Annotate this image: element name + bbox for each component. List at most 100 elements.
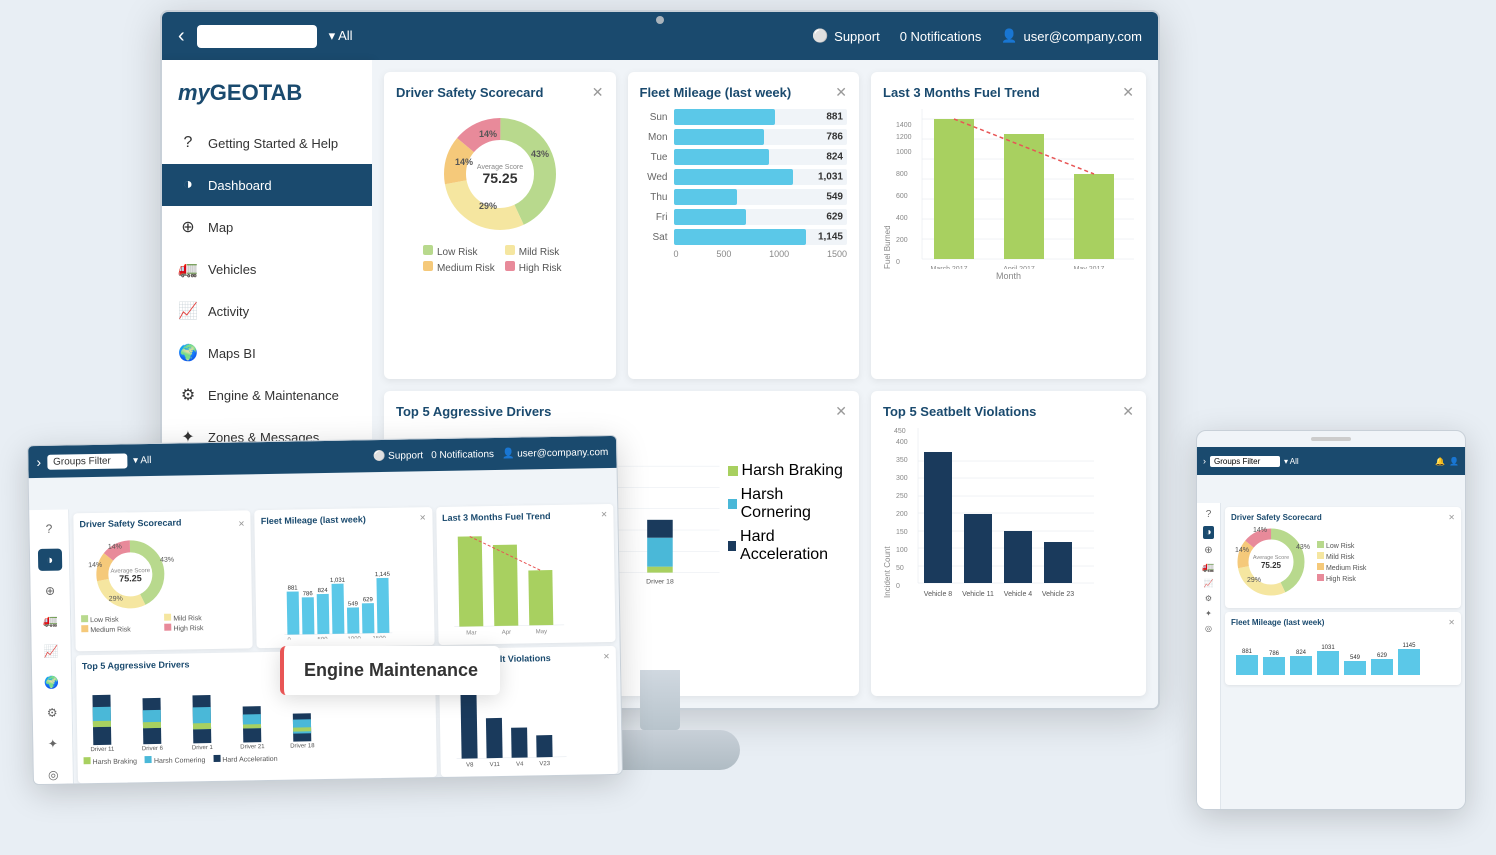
mini-fm-title: Fleet Mileage (last week): [261, 514, 366, 526]
svg-text:600: 600: [896, 193, 908, 200]
sidebar-item-engine[interactable]: ⚙ Engine & Maintenance: [162, 374, 372, 416]
groups-filter-input[interactable]: Groups Filter: [197, 25, 317, 48]
phone-sidebar: ? ◑ ⊕ 🚛 📈 ⚙ ✦ ◎: [1197, 503, 1221, 810]
all-filter[interactable]: ▾ All: [329, 28, 353, 44]
svg-text:Driver 18: Driver 18: [646, 579, 674, 586]
mini-activity-icon[interactable]: 📈: [39, 640, 63, 663]
svg-text:29%: 29%: [1247, 577, 1261, 584]
phone-ds-title: Driver Safety Scorecard: [1231, 513, 1322, 522]
notifications-link[interactable]: 0 Notifications: [900, 29, 982, 44]
engine-maintenance-popup: Engine Maintenance: [280, 646, 500, 695]
svg-text:1200: 1200: [896, 134, 912, 141]
sidebar-item-mapsbi[interactable]: 🌍 Maps BI: [162, 332, 372, 374]
fleet-mileage-title: Fleet Mileage (last week): [640, 85, 792, 100]
phone-help-icon[interactable]: ?: [1206, 509, 1212, 520]
engine-icon: ⚙: [178, 385, 198, 405]
seatbelt-svg: 0 50 100 150 200 250 300 350 400 450: [894, 428, 1094, 598]
mini-sb-close[interactable]: ✕: [603, 652, 610, 666]
sidebar-item-vehicles[interactable]: 🚛 Vehicles: [162, 248, 372, 290]
mini-high-dot: [164, 624, 171, 631]
svg-text:200: 200: [896, 511, 908, 518]
svg-text:14%: 14%: [1235, 547, 1249, 554]
mini-ds-close[interactable]: ✕: [238, 519, 245, 528]
app-logo: myGEOTAB: [162, 60, 372, 122]
phone-engine2-icon[interactable]: ⚙: [1205, 594, 1212, 603]
pct-14-med: 14%: [455, 157, 473, 167]
mini-ft-title: Last 3 Months Fuel Trend: [442, 511, 551, 523]
svg-text:1145: 1145: [1403, 643, 1417, 649]
seatbelt-close[interactable]: ✕: [1122, 403, 1134, 420]
sidebar-item-activity[interactable]: 📈 Activity: [162, 290, 372, 332]
sidebar-item-dashboard[interactable]: ◑ Dashboard: [162, 164, 372, 206]
sidebar-item-map[interactable]: ⊕ Map: [162, 206, 372, 248]
svg-text:Apr: Apr: [501, 630, 510, 636]
mini-accel-dot: [213, 755, 220, 762]
phone-ds-body: Average Score 75.25 43% 29% 14% 14% Low …: [1231, 522, 1455, 602]
svg-text:Driver 11: Driver 11: [90, 747, 115, 753]
mini-fuel-trend: Last 3 Months Fuel Trend ✕ Mar Apr May: [436, 504, 616, 645]
vehicles-icon: 🚛: [178, 259, 198, 279]
fleet-mileage-card: Fleet Mileage (last week) ✕ Sun881 Mon78…: [628, 72, 860, 379]
mini-vehicles-icon[interactable]: 🚛: [38, 610, 62, 633]
phone-rules-icon[interactable]: ◎: [1205, 624, 1212, 633]
svg-text:May 2017: May 2017: [1074, 266, 1105, 269]
mini-rules-icon[interactable]: ◎: [41, 763, 65, 785]
mini-filter-left[interactable]: [47, 453, 127, 469]
svg-text:14%: 14%: [88, 562, 102, 569]
fuel-trend-close[interactable]: ✕: [1122, 84, 1134, 101]
mini-fm-close[interactable]: ✕: [419, 513, 426, 527]
back-icon[interactable]: ‹: [178, 25, 185, 48]
mini-help-icon[interactable]: ?: [37, 518, 61, 541]
mini-low-dot: [81, 615, 88, 622]
phone-topbar-right: 🔔 👤: [1435, 457, 1459, 466]
pct-14-high: 14%: [479, 129, 497, 139]
aggressive-legend: Harsh Braking Harsh Cornering Hard Accel…: [728, 428, 847, 598]
sidebar-item-help[interactable]: ? Getting Started & Help: [162, 122, 372, 164]
fleet-mileage-close[interactable]: ✕: [835, 84, 847, 101]
bar-may: [1074, 174, 1114, 259]
phone-vehicles-icon[interactable]: 🚛: [1202, 562, 1214, 573]
mini-back-icon[interactable]: ›: [36, 454, 41, 470]
user-menu[interactable]: 👤 user@company.com: [1001, 28, 1142, 44]
phone-filter[interactable]: [1210, 456, 1280, 467]
driver-safety-close[interactable]: ✕: [592, 84, 604, 101]
mini-ft-close[interactable]: ✕: [601, 510, 608, 524]
phone-dash-icon[interactable]: ◑: [1203, 526, 1213, 539]
phone-all[interactable]: ▾ All: [1284, 457, 1299, 466]
support-link[interactable]: ⚪ Support: [812, 28, 880, 44]
driver-safety-card: Driver Safety Scorecard ✕: [384, 72, 616, 379]
mini-mapsbi-icon[interactable]: 🌍: [40, 671, 64, 694]
pct-29: 29%: [479, 201, 497, 211]
svg-text:75.25: 75.25: [119, 573, 142, 583]
fuel-trend-title: Last 3 Months Fuel Trend: [883, 85, 1040, 100]
phone-topbar: › ▾ All 🔔 👤: [1197, 447, 1465, 475]
mini-engine-icon[interactable]: ⚙: [40, 702, 64, 725]
svg-text:786: 786: [303, 591, 314, 597]
engine-maintenance-title: Engine Maintenance: [304, 660, 478, 680]
medium-risk-label: Medium Risk: [437, 263, 495, 274]
svg-text:881: 881: [288, 585, 299, 591]
phone-zones-icon[interactable]: ✦: [1205, 609, 1212, 618]
phone-map-icon[interactable]: ⊕: [1204, 545, 1212, 556]
mini-all-left[interactable]: ▾ All: [133, 455, 152, 466]
mini-zones-icon[interactable]: ✦: [41, 732, 65, 755]
hard-accel-legend-label: Hard Acceleration: [740, 528, 847, 564]
mini-dashboard-icon[interactable]: ◑: [37, 548, 61, 571]
svg-text:150: 150: [896, 529, 908, 536]
phone-fm-title: Fleet Mileage (last week): [1231, 618, 1324, 627]
harsh-braking-legend-label: Harsh Braking: [742, 462, 843, 480]
mini-map-icon[interactable]: ⊕: [38, 579, 62, 602]
harsh-cornering-legend-sq: [728, 499, 737, 509]
svg-text:1400: 1400: [896, 122, 912, 129]
mini-notif-left: 0 Notifications: [431, 449, 494, 461]
svg-text:1000: 1000: [896, 149, 912, 156]
phone-ds-close[interactable]: ✕: [1448, 513, 1455, 522]
mini-driver-safety: Driver Safety Scorecard ✕ Average Score …: [73, 510, 253, 651]
phone-back-icon[interactable]: ›: [1203, 456, 1206, 466]
score-value: 75.25: [482, 170, 517, 186]
phone-user-icon: 👤: [1449, 457, 1459, 466]
phone-fm-close[interactable]: ✕: [1448, 618, 1455, 627]
phone-activity-icon[interactable]: 📈: [1204, 579, 1214, 588]
aggressive-close[interactable]: ✕: [835, 403, 847, 420]
svg-text:Vehicle 23: Vehicle 23: [1042, 591, 1074, 598]
